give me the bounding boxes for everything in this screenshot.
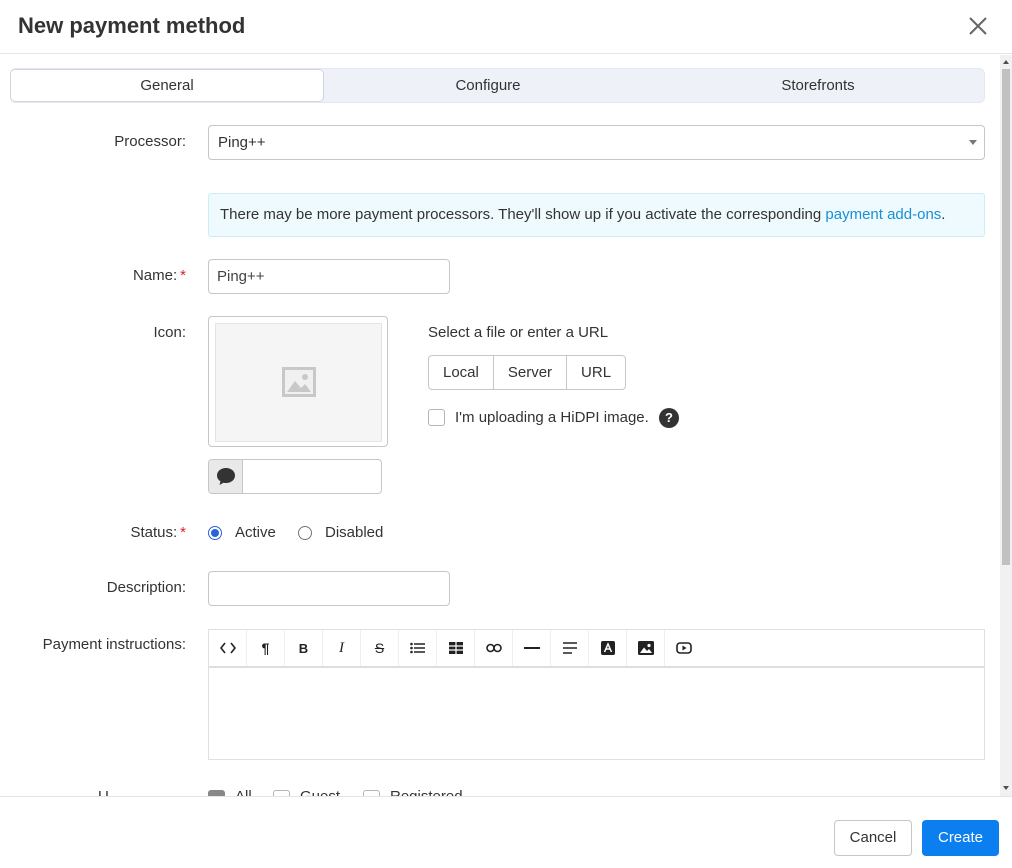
italic-icon[interactable]: I bbox=[323, 630, 361, 666]
editor-toolbar: ¶ B I S bbox=[209, 630, 984, 668]
cancel-button[interactable]: Cancel bbox=[834, 820, 912, 856]
strikethrough-icon[interactable]: S bbox=[361, 630, 399, 666]
status-label: Status: * bbox=[130, 524, 186, 541]
speech-bubble-icon bbox=[217, 468, 235, 485]
status-active-label: Active bbox=[235, 524, 276, 541]
video-icon[interactable] bbox=[665, 630, 703, 666]
payment-addons-link[interactable]: payment add-ons bbox=[825, 206, 941, 223]
description-input[interactable] bbox=[208, 571, 450, 606]
server-button[interactable]: Server bbox=[494, 356, 568, 389]
status-active-radio[interactable] bbox=[208, 526, 222, 540]
status-label-text: Status: bbox=[130, 524, 178, 541]
dialog-footer: Cancel Create bbox=[0, 796, 1012, 868]
select-file-text: Select a file or enter a URL bbox=[428, 324, 609, 341]
icon-preview-area bbox=[215, 323, 382, 442]
local-button[interactable]: Local bbox=[429, 356, 494, 389]
status-disabled-radio[interactable] bbox=[298, 526, 312, 540]
icon-alt-input[interactable] bbox=[208, 459, 382, 494]
url-button[interactable]: URL bbox=[567, 356, 625, 389]
processor-select[interactable]: Ping++ bbox=[208, 125, 985, 160]
info-text: There may be more payment processors. Th… bbox=[220, 206, 826, 223]
usergroups-label-partial: U bbox=[98, 788, 109, 796]
name-label: Name: * bbox=[133, 267, 186, 284]
required-mark: * bbox=[180, 267, 186, 284]
code-view-icon[interactable] bbox=[209, 630, 247, 666]
horizontal-rule-icon[interactable] bbox=[513, 630, 551, 666]
usergroup-guest-label: Guest bbox=[300, 788, 340, 796]
status-disabled-label: Disabled bbox=[325, 524, 384, 541]
tab-general[interactable]: General bbox=[10, 69, 324, 102]
image-placeholder-icon bbox=[282, 367, 316, 397]
scroll-up-icon[interactable] bbox=[1003, 60, 1009, 64]
icon-alt-addon bbox=[209, 460, 243, 493]
tab-bar: General Configure Storefronts bbox=[10, 68, 985, 103]
tab-storefronts[interactable]: Storefronts bbox=[652, 69, 984, 102]
processor-label: Processor: bbox=[114, 133, 186, 150]
scroll-down-icon[interactable] bbox=[1003, 786, 1009, 790]
image-icon[interactable] bbox=[627, 630, 665, 666]
processor-value: Ping++ bbox=[218, 134, 266, 151]
hidpi-label: I'm uploading a HiDPI image. bbox=[455, 409, 649, 426]
font-color-icon[interactable] bbox=[589, 630, 627, 666]
paragraph-icon[interactable]: ¶ bbox=[247, 630, 285, 666]
payment-instructions-label: Payment instructions: bbox=[42, 636, 186, 653]
icon-source-group: Local Server URL bbox=[428, 355, 627, 390]
scrollbar[interactable] bbox=[1000, 55, 1012, 796]
icon-label: Icon: bbox=[153, 324, 186, 341]
info-tail: . bbox=[941, 206, 946, 223]
table-icon[interactable] bbox=[437, 630, 475, 666]
list-icon[interactable] bbox=[399, 630, 437, 666]
description-label: Description: bbox=[106, 579, 186, 596]
help-icon[interactable]: ? bbox=[659, 408, 679, 428]
payment-instructions-editor[interactable]: ¶ B I S bbox=[208, 629, 985, 760]
usergroup-registered-label: Registered bbox=[390, 788, 463, 796]
dialog-body: General Configure Storefronts Processor:… bbox=[0, 55, 1000, 796]
create-button[interactable]: Create bbox=[922, 820, 999, 856]
scrollbar-thumb[interactable] bbox=[1002, 69, 1010, 565]
name-input[interactable]: Ping++ bbox=[208, 259, 450, 294]
required-mark: * bbox=[180, 524, 186, 541]
chevron-down-icon bbox=[969, 140, 977, 145]
link-icon[interactable] bbox=[475, 630, 513, 666]
align-icon[interactable] bbox=[551, 630, 589, 666]
info-notice: There may be more payment processors. Th… bbox=[208, 193, 985, 237]
close-icon[interactable] bbox=[964, 12, 992, 40]
name-label-text: Name: bbox=[132, 267, 178, 284]
tab-configure[interactable]: Configure bbox=[324, 69, 652, 102]
hidpi-checkbox[interactable] bbox=[428, 409, 445, 426]
usergroup-all-label: All bbox=[235, 788, 252, 796]
dialog-title: New payment method bbox=[18, 13, 246, 38]
icon-preview[interactable] bbox=[208, 316, 388, 447]
bold-icon[interactable]: B bbox=[285, 630, 323, 666]
dialog-header: New payment method bbox=[0, 0, 1012, 54]
